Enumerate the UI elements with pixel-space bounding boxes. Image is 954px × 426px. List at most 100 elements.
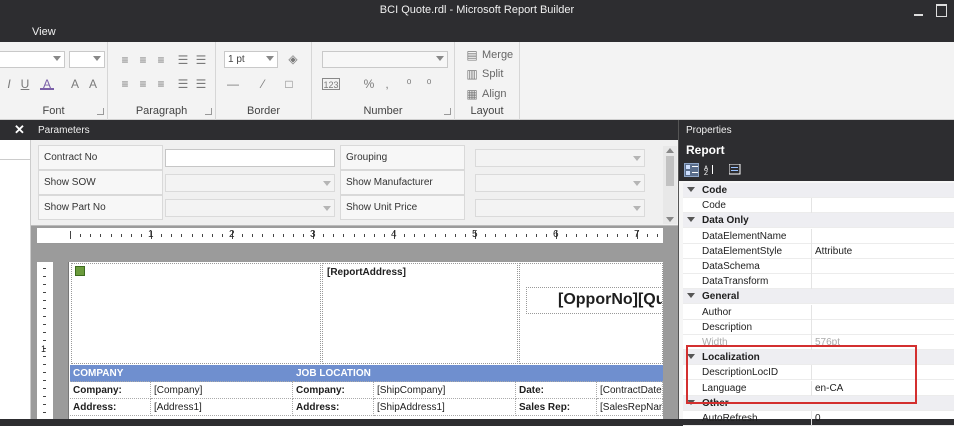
categorized-icon[interactable] [684, 163, 699, 177]
ship-company-field[interactable]: [ShipCompany] [374, 382, 516, 399]
property-value[interactable]: Attribute [815, 246, 852, 257]
close-icon[interactable]: ✕ [14, 122, 25, 138]
report-data-header: ✕ [0, 120, 31, 140]
company-label[interactable]: Company: [70, 382, 151, 399]
placeholder-format-icon[interactable]: 123 [322, 78, 340, 90]
scroll-thumb[interactable] [666, 156, 674, 186]
font-color-icon[interactable]: A [40, 78, 54, 90]
ruler-number: 4 [391, 229, 397, 240]
ruler-tick [43, 292, 46, 293]
merge-icon[interactable]: ▤ [465, 49, 479, 61]
sales-rep-field[interactable]: [SalesRepName [597, 399, 663, 416]
contract-no-input[interactable] [165, 149, 335, 167]
show-unit-price-dropdown[interactable] [475, 199, 645, 217]
fill-color-icon[interactable]: ◈ [286, 53, 300, 65]
collapse-icon[interactable] [687, 187, 695, 192]
comma-style-icon[interactable]: , [380, 78, 394, 90]
property-pages-icon[interactable] [728, 163, 743, 177]
number-group-label: Number [363, 105, 403, 117]
border-style-icon[interactable]: — [226, 78, 240, 90]
underline-icon[interactable]: U [18, 78, 32, 90]
align-icon[interactable]: ▦ [465, 88, 479, 100]
split-button[interactable]: Split [482, 68, 503, 80]
company-field[interactable]: [Company] [151, 382, 293, 399]
shrink-font-icon[interactable]: A [86, 78, 100, 90]
parameters-scrollbar[interactable] [663, 146, 677, 224]
grouping-dropdown[interactable] [475, 149, 645, 167]
property-row[interactable]: DataTransform [683, 274, 954, 290]
report-data-pane: ✕ [0, 120, 31, 419]
company-section-label[interactable]: COMPANY [70, 365, 293, 382]
date-label[interactable]: Date: [516, 382, 597, 399]
split-icon[interactable]: ▥ [465, 68, 479, 80]
ship-address-field[interactable]: [ShipAddress1] [374, 399, 516, 416]
maximize-icon[interactable] [934, 2, 948, 17]
border-color-icon[interactable]: ⁄ [256, 78, 270, 90]
menu-view[interactable]: View [32, 26, 56, 38]
merge-button[interactable]: Merge [482, 49, 513, 61]
property-row[interactable]: Code [683, 198, 954, 214]
align-bottom-icon[interactable]: ≡ [154, 54, 168, 66]
property-category[interactable]: Data Only [683, 213, 954, 229]
numbering-icon[interactable]: ☰ [194, 78, 208, 90]
property-category[interactable]: General [683, 289, 954, 305]
show-part-no-dropdown[interactable] [165, 199, 335, 217]
address-field[interactable]: [Address1] [151, 399, 293, 416]
show-sow-dropdown[interactable] [165, 174, 335, 192]
outdent-icon[interactable]: ☰ [194, 54, 208, 66]
font-dialog-launcher-icon[interactable] [97, 108, 104, 115]
align-right-icon[interactable]: ≡ [154, 78, 168, 90]
table-row: Company: [Company] Company: [ShipCompany… [70, 382, 663, 399]
number-format-dropdown[interactable] [322, 51, 448, 68]
property-row[interactable]: Description [683, 319, 954, 335]
contract-date-field[interactable]: [ContractDate] [597, 382, 663, 399]
indent-icon[interactable]: ☰ [176, 54, 190, 66]
show-unit-price-label: Show Unit Price [340, 195, 465, 220]
collapse-icon[interactable] [687, 217, 695, 223]
align-left-icon[interactable]: ≡ [118, 78, 132, 90]
font-size-dropdown[interactable] [69, 51, 105, 68]
address-label[interactable]: Address: [70, 399, 151, 416]
minimize-icon[interactable] [912, 4, 926, 16]
decrease-decimal-icon[interactable]: ⁰ [422, 78, 436, 90]
show-sow-label: Show SOW [38, 170, 163, 195]
title-textbox[interactable]: [OpporNo][Qu [526, 287, 663, 314]
ruler-tick [566, 234, 568, 237]
scroll-down-icon[interactable] [666, 217, 674, 222]
ship-company-label[interactable]: Company: [293, 382, 374, 399]
percent-icon[interactable]: % [362, 78, 376, 90]
job-location-section-label[interactable]: JOB LOCATION [293, 365, 663, 382]
grow-font-icon[interactable]: A [68, 78, 82, 90]
align-middle-icon[interactable]: ≡ [136, 54, 150, 66]
show-manufacturer-label: Show Manufacturer [340, 170, 465, 195]
font-family-dropdown[interactable] [0, 51, 65, 68]
alphabetical-icon[interactable]: AZ [703, 163, 718, 177]
sales-rep-label[interactable]: Sales Rep: [516, 399, 597, 416]
number-dialog-launcher-icon[interactable] [444, 108, 451, 115]
report-address-textbox[interactable]: [ReportAddress] [322, 263, 518, 364]
scroll-up-icon[interactable] [666, 148, 674, 153]
show-manufacturer-dropdown[interactable] [475, 174, 645, 192]
ruler-number: 1 [41, 344, 47, 354]
logo-textbox[interactable] [71, 263, 321, 364]
property-name: Author [702, 306, 732, 318]
property-row[interactable]: DataSchema [683, 259, 954, 274]
property-row[interactable]: DataElementStyle Attribute [683, 243, 954, 259]
align-button[interactable]: Align [482, 88, 506, 100]
align-center-icon[interactable]: ≡ [136, 78, 150, 90]
property-row[interactable]: DataElementName [683, 228, 954, 244]
property-row[interactable]: Author [683, 304, 954, 320]
borders-icon[interactable]: □ [282, 78, 296, 90]
ruler-tick [414, 234, 416, 237]
paragraph-dialog-launcher-icon[interactable] [205, 108, 212, 115]
ruler-tick [424, 234, 426, 237]
italic-icon[interactable]: I [2, 78, 16, 90]
property-name: General [702, 291, 740, 303]
border-width-dropdown[interactable]: 1 pt [224, 51, 278, 68]
ship-address-label[interactable]: Address: [293, 399, 374, 416]
align-top-icon[interactable]: ≡ [118, 54, 132, 66]
property-category[interactable]: Code [683, 183, 954, 198]
bullets-icon[interactable]: ☰ [176, 78, 190, 90]
increase-decimal-icon[interactable]: ⁰ [402, 78, 416, 90]
collapse-icon[interactable] [687, 293, 695, 299]
